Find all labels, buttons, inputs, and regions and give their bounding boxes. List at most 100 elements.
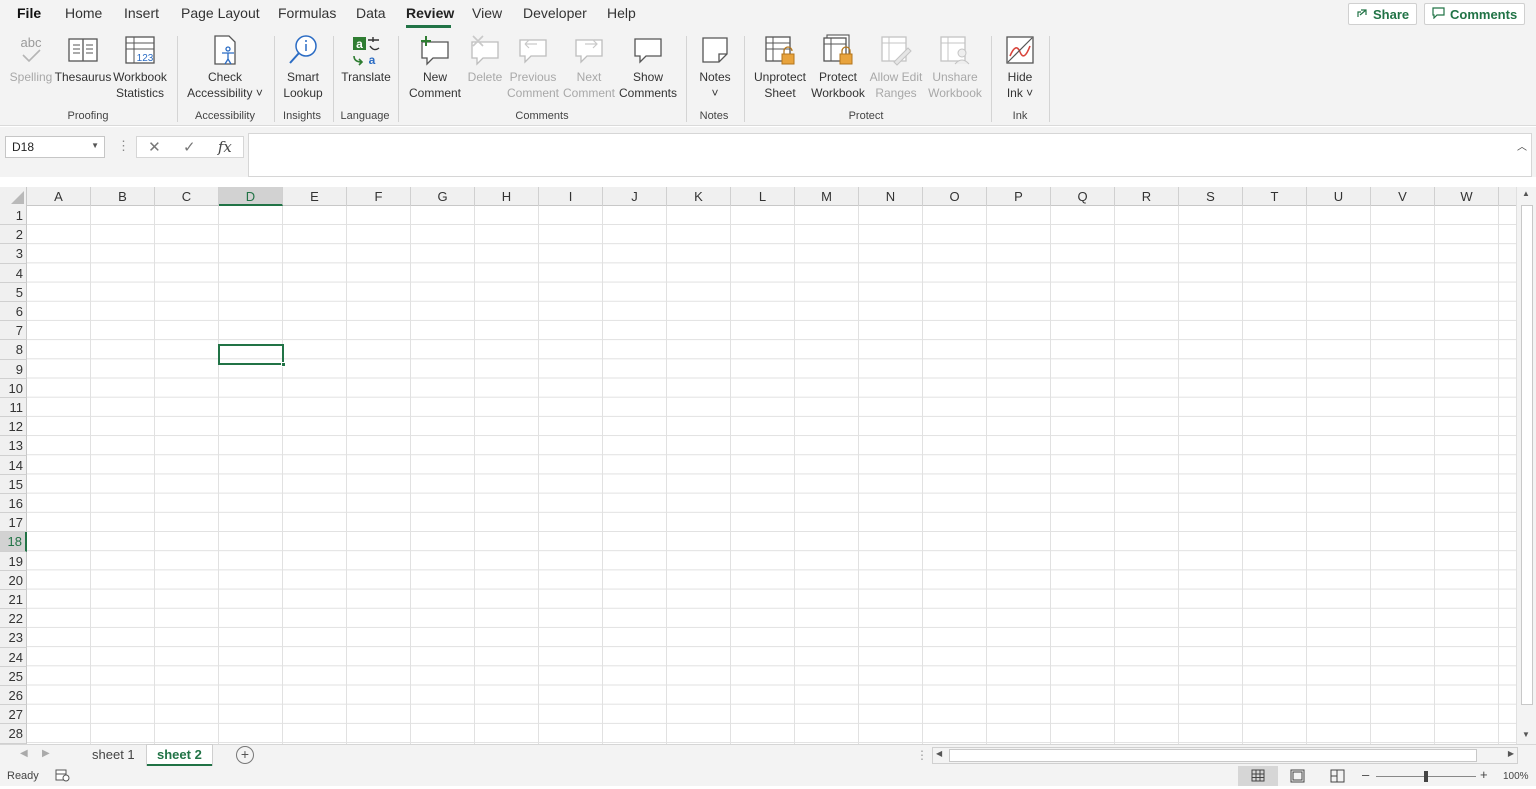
zoom-slider-thumb[interactable] [1424,771,1428,782]
row-header-6[interactable]: 6 [0,302,27,322]
row-header-1[interactable]: 1 [0,206,27,226]
page-break-preview-icon[interactable] [1330,769,1345,786]
column-header-e[interactable]: E [283,187,347,206]
row-header-25[interactable]: 25 [0,666,27,686]
tab-home[interactable]: Home [65,5,102,21]
column-header-n[interactable]: N [859,187,923,206]
zoom-level[interactable]: 100% [1503,771,1529,782]
column-header-k[interactable]: K [667,187,731,206]
unshare-workbook-button[interactable]: Unshare Workbook [926,34,984,101]
column-header-b[interactable]: B [91,187,155,206]
row-header-23[interactable]: 23 [0,628,27,648]
expand-formula-bar-chevron-icon[interactable]: ︿ [1517,138,1527,153]
column-header-o[interactable]: O [923,187,987,206]
column-header-u[interactable]: U [1307,187,1371,206]
sheet-tab-sheet1[interactable]: sheet 1 [82,745,145,766]
vertical-scroll-thumb[interactable] [1521,205,1533,705]
scroll-left-arrow-icon[interactable]: ◀ [936,749,942,758]
cell-area[interactable] [27,206,1516,744]
smart-lookup-button[interactable]: Smart Lookup [280,34,326,101]
horizontal-scroll-thumb[interactable] [949,749,1477,762]
row-header-4[interactable]: 4 [0,263,27,283]
spelling-button[interactable]: abc Spelling [8,34,54,85]
column-header-p[interactable]: P [987,187,1051,206]
column-header-m[interactable]: M [795,187,859,206]
column-header-h[interactable]: H [475,187,539,206]
column-header-t[interactable]: T [1243,187,1307,206]
row-header-14[interactable]: 14 [0,455,27,475]
translate-button[interactable]: a a Translate [338,34,394,85]
column-header-i[interactable]: I [539,187,603,206]
formula-input[interactable]: ︿ [248,133,1532,177]
insert-function-icon[interactable]: fx [218,138,232,156]
show-comments-button[interactable]: Show Comments [616,34,680,101]
column-header-w[interactable]: W [1435,187,1499,206]
add-sheet-plus-icon[interactable]: + [236,746,254,764]
allow-edit-ranges-button[interactable]: Allow Edit Ranges [866,34,926,101]
select-all-corner[interactable] [0,187,27,206]
column-header-r[interactable]: R [1115,187,1179,206]
scroll-up-arrow-icon[interactable]: ▲ [1522,189,1530,198]
tab-splitter-handle-icon[interactable]: ⋮ [916,748,928,762]
protect-workbook-button[interactable]: Protect Workbook [808,34,868,101]
check-accessibility-button[interactable]: Check Accessibility ˅ [184,34,266,101]
row-header-19[interactable]: 19 [0,551,27,571]
row-header-15[interactable]: 15 [0,474,27,494]
comments-button[interactable]: Comments [1424,3,1526,25]
scroll-sheets-right-icon[interactable]: ▶ [42,748,50,759]
macro-recording-icon[interactable] [55,769,70,785]
column-header-l[interactable]: L [731,187,795,206]
row-header-13[interactable]: 13 [0,436,27,456]
row-header-16[interactable]: 16 [0,494,27,514]
column-header-d[interactable]: D [219,187,283,206]
tab-developer[interactable]: Developer [523,5,587,21]
tab-insert[interactable]: Insert [124,5,159,21]
tab-view[interactable]: View [472,5,502,21]
tab-formulas[interactable]: Formulas [278,5,336,21]
column-header-q[interactable]: Q [1051,187,1115,206]
row-header-18[interactable]: 18 [0,532,27,552]
enter-checkmark-icon[interactable]: ✓ [183,138,196,156]
page-layout-view-icon[interactable] [1290,769,1305,786]
row-header-22[interactable]: 22 [0,609,27,629]
row-header-26[interactable]: 26 [0,686,27,706]
fill-handle[interactable] [281,362,286,367]
vertical-scrollbar[interactable]: ▲ ▼ [1516,187,1536,744]
row-header-21[interactable]: 21 [0,590,27,610]
delete-comment-button[interactable]: Delete [464,34,506,85]
tab-help[interactable]: Help [607,5,636,21]
next-comment-button[interactable]: Next Comment [562,34,616,101]
zoom-out-icon[interactable]: – [1362,767,1369,782]
tab-page-layout[interactable]: Page Layout [181,5,260,21]
row-header-10[interactable]: 10 [0,378,27,398]
new-comment-button[interactable]: New Comment [404,34,466,101]
row-header-9[interactable]: 9 [0,359,27,379]
tab-review[interactable]: Review [406,5,454,21]
row-header-8[interactable]: 8 [0,340,27,360]
name-box[interactable]: D18 ▼ [5,136,105,158]
tab-file[interactable]: File [17,5,41,21]
row-header-3[interactable]: 3 [0,244,27,264]
unprotect-sheet-button[interactable]: Unprotect Sheet [751,34,809,101]
row-header-28[interactable]: 28 [0,724,27,744]
row-header-12[interactable]: 12 [0,417,27,437]
scroll-right-arrow-icon[interactable]: ▶ [1508,749,1514,758]
horizontal-scrollbar[interactable]: ◀ ▶ [932,747,1518,764]
name-box-dropdown-icon[interactable]: ▼ [91,141,99,150]
row-header-5[interactable]: 5 [0,282,27,302]
row-header-20[interactable]: 20 [0,570,27,590]
scroll-down-arrow-icon[interactable]: ▼ [1522,730,1530,739]
sheet-tab-sheet2[interactable]: sheet 2 [147,745,212,766]
drag-handle-icon[interactable]: ⋮ [117,138,130,154]
active-cell-d18[interactable] [218,344,286,367]
scroll-sheets-left-icon[interactable]: ◀ [20,748,28,759]
share-button[interactable]: Share [1348,3,1418,25]
normal-view-button[interactable] [1238,766,1278,786]
column-header-g[interactable]: G [411,187,475,206]
column-header-a[interactable]: A [27,187,91,206]
zoom-in-icon[interactable]: + [1480,767,1488,782]
column-header-v[interactable]: V [1371,187,1435,206]
column-header-s[interactable]: S [1179,187,1243,206]
column-header-c[interactable]: C [155,187,219,206]
row-header-2[interactable]: 2 [0,225,27,245]
